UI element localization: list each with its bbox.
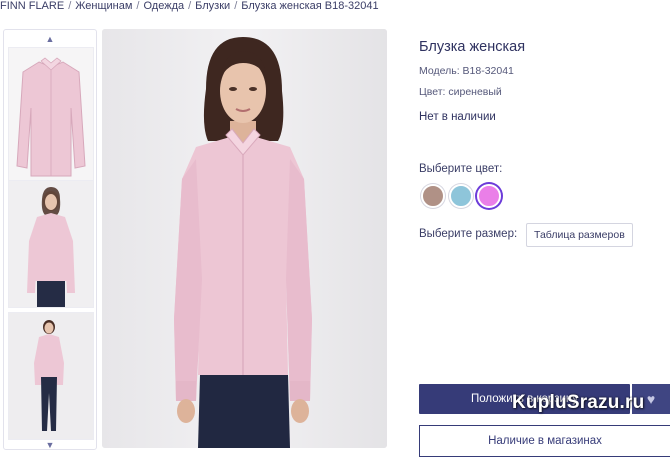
breadcrumb-separator: / [68, 0, 72, 12]
product-model: Модель: B18-32041 [419, 65, 514, 77]
color-swatch-brown[interactable] [421, 184, 445, 208]
choose-color-label: Выберите цвет: [419, 163, 503, 175]
model-full-photo-icon [34, 320, 64, 431]
product-title: Блузка женская [419, 39, 526, 55]
model-photo-icon [27, 187, 75, 307]
choose-size-label: Выберите размер: [419, 228, 518, 240]
breadcrumb-brand[interactable]: FINN FLARE [0, 0, 64, 12]
breadcrumb: FINN FLARE / Женщинам / Одежда / Блузки / Блузка… [0, 0, 379, 12]
color-swatch-blue[interactable] [449, 184, 473, 208]
thumbnail-model-full[interactable] [8, 312, 94, 440]
breadcrumb-blouses[interactable]: Блузки [195, 0, 230, 12]
stock-status: Нет в наличии [419, 111, 496, 123]
main-product-photo[interactable] [102, 29, 387, 448]
gallery-down-arrow-icon[interactable]: ▼ [4, 440, 96, 449]
thumbnail-model-front[interactable] [8, 180, 94, 308]
watermark: KupluSrazu.ru [512, 392, 645, 413]
thumbnail-gallery: ▲ ▼ [3, 29, 97, 450]
size-table-button[interactable]: Таблица размеров [526, 223, 633, 247]
breadcrumb-women[interactable]: Женщинам [75, 0, 132, 12]
breadcrumb-clothing[interactable]: Одежда [143, 0, 184, 12]
color-swatch-lilac[interactable] [477, 184, 501, 208]
breadcrumb-separator: / [136, 0, 140, 12]
product-color: Цвет: сиреневый [419, 86, 502, 98]
breadcrumb-separator: / [234, 0, 238, 12]
gallery-up-arrow-icon[interactable]: ▲ [4, 34, 96, 44]
breadcrumb-separator: / [188, 0, 192, 12]
breadcrumb-current: Блузка женская B18-32041 [241, 0, 379, 12]
thumbnail-blouse-front[interactable] [8, 47, 94, 191]
blouse-icon [16, 57, 86, 177]
store-availability-button[interactable]: Наличие в магазинах [419, 425, 670, 457]
model-photo-icon [102, 29, 387, 448]
